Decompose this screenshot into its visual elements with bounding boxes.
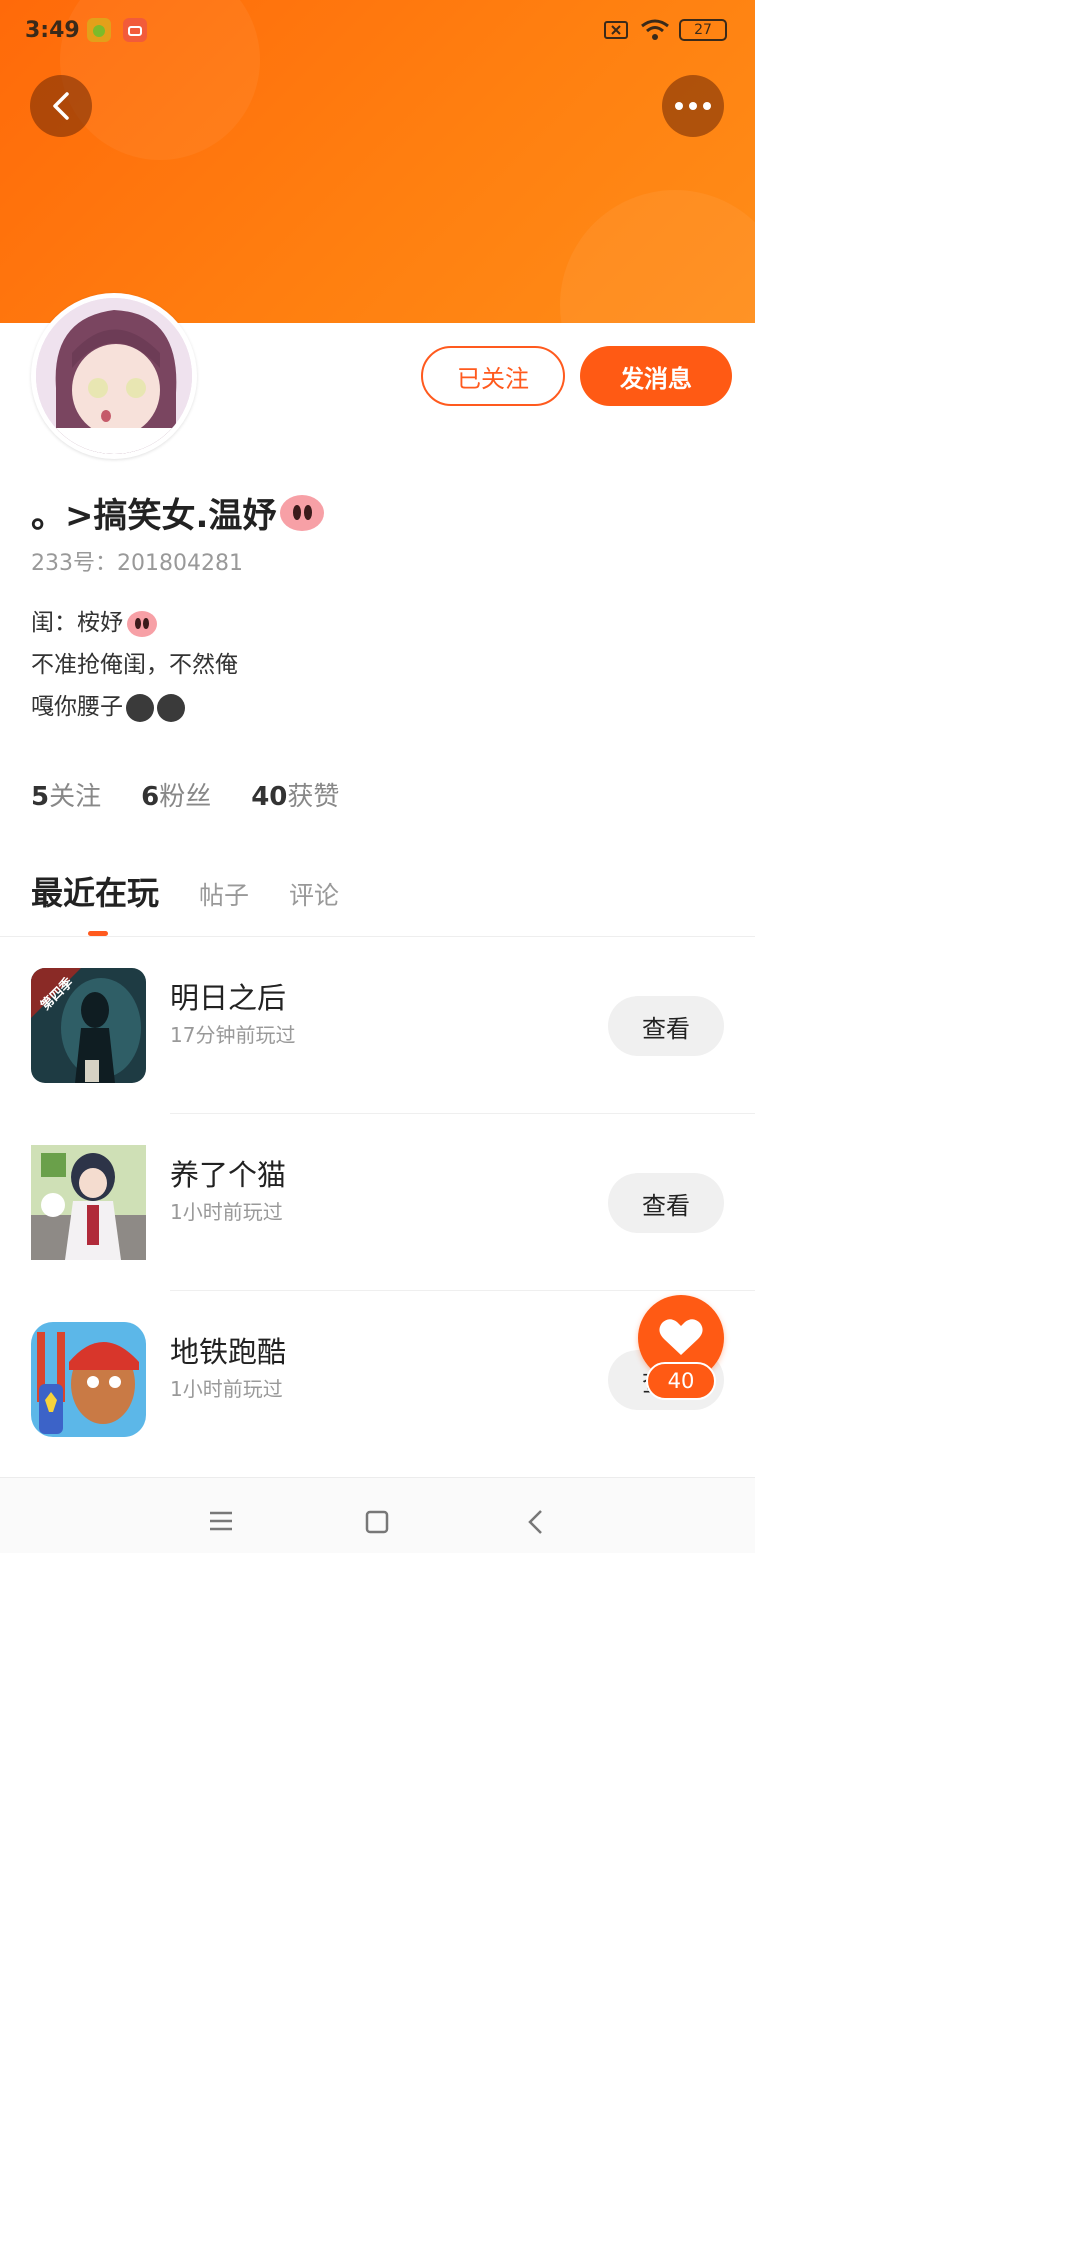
followed-button[interactable]: 已关注 [421, 346, 565, 406]
more-button[interactable] [662, 75, 724, 137]
battery-level: 27 [694, 22, 712, 38]
profile-tabs: 最近在玩 帖子 评论 [31, 868, 379, 914]
view-game-button[interactable]: 查看 [608, 996, 724, 1056]
profile-name-text: 。>搞笑女.温妤 [31, 496, 277, 536]
profile-name: 。>搞笑女.温妤 [31, 488, 325, 537]
notification-app-icon [123, 18, 147, 42]
likes-label: 获赞 [287, 782, 340, 812]
tab-recently-played[interactable]: 最近在玩 [31, 868, 159, 914]
tab-posts[interactable]: 帖子 [199, 876, 249, 912]
user-id: 233号：201804281 [31, 551, 243, 576]
notification-app-icon [87, 18, 111, 42]
following-label: 关注 [49, 782, 102, 812]
back-arrow-icon [53, 92, 69, 120]
status-time: 3:49 [25, 18, 80, 43]
game-name: 地铁跑酷 [170, 1335, 287, 1369]
fans-stat[interactable]: 6粉丝 [141, 776, 211, 813]
game-name: 明日之后 [170, 981, 287, 1015]
game-name: 养了个猫 [170, 1158, 287, 1192]
smirk-emoji-icon [157, 693, 185, 722]
pig-nose-emoji-icon [280, 494, 325, 531]
smirk-emoji-icon [126, 693, 154, 722]
sim-off-icon [603, 20, 629, 44]
bio-line-text: 闺：桉妤 [31, 610, 123, 636]
last-played-time: 17分钟前玩过 [170, 1023, 296, 1047]
fans-label: 粉丝 [159, 782, 212, 812]
following-stat[interactable]: 5关注 [31, 776, 101, 813]
bio-line: 不准抢俺闺，不然俺 [31, 652, 238, 678]
more-icon [675, 102, 711, 110]
view-game-button[interactable]: 查看 [608, 1173, 724, 1233]
send-message-button[interactable]: 发消息 [580, 346, 732, 406]
profile-bio: 闺：桉妤 不准抢俺闺，不然俺 嘎你腰子 [31, 602, 238, 728]
status-bar: 3:49 27 [0, 0, 755, 62]
tab-comments[interactable]: 评论 [289, 876, 339, 912]
game-icon [31, 1322, 146, 1437]
battery-icon: 27 [679, 19, 727, 41]
fans-count: 6 [141, 782, 160, 812]
back-button[interactable] [30, 75, 92, 137]
home-square-icon[interactable] [365, 1510, 389, 1538]
pig-nose-emoji-icon [127, 610, 157, 637]
avatar[interactable] [31, 293, 197, 459]
like-count-badge: 40 [646, 1362, 716, 1400]
list-item[interactable]: 养了个猫 1小时前玩过 查看 [0, 1114, 755, 1291]
game-icon: 第四季 [31, 968, 146, 1083]
likes-stat[interactable]: 40获赞 [251, 776, 339, 813]
game-icon [31, 1145, 146, 1260]
banner-decoration [560, 190, 755, 323]
likes-count: 40 [251, 782, 288, 812]
wifi-icon [640, 18, 670, 46]
bio-line: 嘎你腰子 [31, 686, 238, 728]
system-navigation-bar [0, 1477, 755, 1553]
profile-stats: 5关注 6粉丝 40获赞 [31, 776, 339, 813]
avatar-image [36, 298, 192, 454]
nav-back-icon[interactable] [526, 1509, 546, 1539]
menu-icon[interactable] [208, 1510, 234, 1536]
following-count: 5 [31, 782, 50, 812]
last-played-time: 1小时前玩过 [170, 1200, 283, 1224]
list-item[interactable]: 第四季 明日之后 17分钟前玩过 查看 [0, 937, 755, 1114]
last-played-time: 1小时前玩过 [170, 1377, 283, 1401]
bio-line: 闺：桉妤 [31, 602, 238, 644]
bio-line-text: 嘎你腰子 [31, 694, 123, 720]
profile-header-banner: 3:49 27 [0, 0, 755, 323]
